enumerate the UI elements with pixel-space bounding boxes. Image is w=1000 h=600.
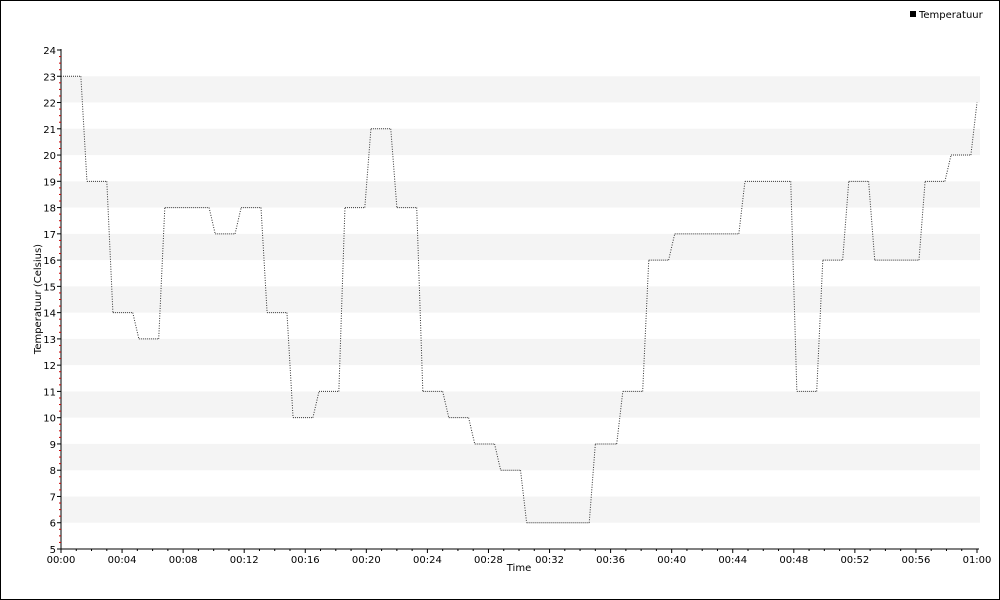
x-tick-label: 00:56 xyxy=(902,555,931,566)
y-tick-label: 20 xyxy=(43,151,56,162)
grid-band xyxy=(61,286,980,313)
y-tick-label: 11 xyxy=(43,387,56,398)
x-tick-label: 00:32 xyxy=(535,555,564,566)
series-segment xyxy=(234,207,242,234)
temperature-chart: 56789101112131415161718192021222324 00:0… xyxy=(33,10,992,574)
grid-band xyxy=(61,391,980,418)
y-tick-label: 9 xyxy=(50,440,56,451)
y-tick-label: 24 xyxy=(43,46,56,57)
grid-bands xyxy=(61,76,980,523)
grid-band xyxy=(61,181,980,208)
y-tick-label: 6 xyxy=(50,519,56,530)
x-tick-label: 00:08 xyxy=(169,555,198,566)
series-segment xyxy=(158,207,166,339)
x-tick-label: 00:24 xyxy=(413,555,442,566)
y-tick-label: 23 xyxy=(43,72,56,83)
y-tick-label: 10 xyxy=(43,414,56,425)
legend: Temperatuur xyxy=(910,10,984,21)
x-tick-label: 00:36 xyxy=(596,555,625,566)
y-tick-label: 19 xyxy=(43,177,56,188)
grid-band xyxy=(61,443,980,471)
y-tick-label: 18 xyxy=(43,204,56,215)
y-ticks: 56789101112131415161718192021222324 xyxy=(43,46,61,556)
series-segment xyxy=(642,260,650,392)
grid-band xyxy=(61,76,980,103)
y-tick-label: 21 xyxy=(43,125,56,136)
legend-swatch xyxy=(910,11,916,17)
x-tick-label: 00:44 xyxy=(718,555,747,566)
y-tick-label: 15 xyxy=(43,282,56,293)
series-segment xyxy=(468,417,476,445)
x-tick-label: 00:20 xyxy=(352,555,381,566)
y-axis-title: Temperatuur (Celsius) xyxy=(33,244,44,355)
y-tick-label: 17 xyxy=(43,230,56,241)
y-tick-label: 14 xyxy=(43,309,56,320)
grid-band xyxy=(61,128,980,156)
x-tick-label: 01:00 xyxy=(963,555,992,566)
y-tick-label: 7 xyxy=(50,492,56,503)
y-tick-label: 8 xyxy=(50,466,56,477)
y-tick-label: 13 xyxy=(43,335,56,346)
x-tick-label: 00:04 xyxy=(108,555,137,566)
x-tick-label: 00:16 xyxy=(291,555,320,566)
series-segment xyxy=(208,207,216,234)
x-tick-label: 00:28 xyxy=(474,555,503,566)
series-segment xyxy=(944,154,952,182)
x-axis-title: Time xyxy=(506,563,531,574)
y-tick-label: 16 xyxy=(43,256,56,267)
grid-band xyxy=(61,496,980,523)
x-tick-label: 00:12 xyxy=(230,555,259,566)
x-tick-label: 00:40 xyxy=(657,555,686,566)
series-segment xyxy=(132,312,140,340)
grid-band xyxy=(61,338,980,366)
legend-label: Temperatuur xyxy=(918,10,984,21)
series-segment xyxy=(816,260,824,392)
grid-band xyxy=(61,233,980,261)
y-tick-label: 22 xyxy=(43,99,56,110)
y-tick-label: 12 xyxy=(43,361,56,372)
x-tick-label: 00:48 xyxy=(779,555,808,566)
x-tick-label: 00:00 xyxy=(47,555,76,566)
x-tick-label: 00:52 xyxy=(840,555,869,566)
